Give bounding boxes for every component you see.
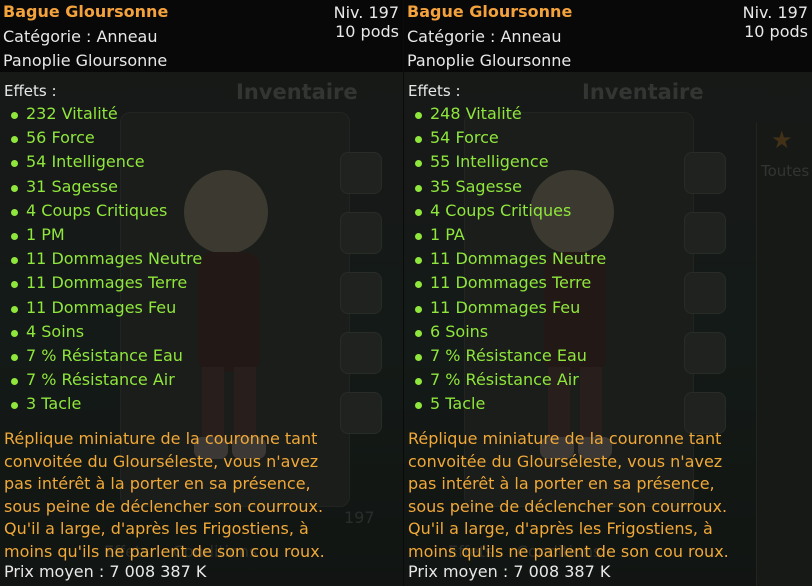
effect-item: 248 Vitalité — [414, 104, 606, 128]
effect-item: 4 Coups Critiques — [10, 201, 202, 225]
effect-item: 232 Vitalité — [10, 104, 202, 128]
effect-item: 54 Force — [414, 128, 606, 152]
effect-item: 3 Tacle — [10, 394, 202, 418]
effect-item: 11 Dommages Neutre — [414, 249, 606, 273]
effect-item: 55 Intelligence — [414, 152, 606, 176]
effects-title: Effets : — [408, 82, 461, 100]
item-level: Niv. 197 — [742, 3, 808, 22]
effect-item: 7 % Résistance Eau — [414, 346, 606, 370]
effect-item: 1 PA — [414, 225, 606, 249]
item-description: Réplique miniature de la couronne tant c… — [408, 429, 729, 561]
effect-item: 31 Sagesse — [10, 177, 202, 201]
effects-list: 232 Vitalité 56 Force 54 Intelligence 31… — [10, 104, 202, 418]
item-level: Niv. 197 — [333, 3, 399, 22]
item-weight: 10 pods — [744, 22, 808, 41]
effect-item: 11 Dommages Feu — [414, 298, 606, 322]
tooltip-header: Bague Gloursonne Niv. 197 10 pods Catégo… — [0, 0, 403, 72]
effect-item: 56 Force — [10, 128, 202, 152]
item-name: Bague Gloursonne — [3, 2, 169, 21]
tooltip-overlay: Bague Gloursonne Niv. 197 10 pods Catégo… — [0, 0, 403, 586]
effect-item: 4 Coups Critiques — [414, 201, 606, 225]
item-set: Panoplie Gloursonne — [407, 51, 572, 70]
item-description: Réplique miniature de la couronne tant c… — [4, 429, 325, 561]
average-price: Prix moyen : 7 008 387 K — [408, 562, 611, 581]
effect-item: 1 PM — [10, 225, 202, 249]
effect-item: 5 Tacle — [414, 394, 606, 418]
tooltip-overlay: Bague Gloursonne Niv. 197 10 pods Catégo… — [404, 0, 812, 586]
effect-item: 54 Intelligence — [10, 152, 202, 176]
effect-item: 11 Dommages Terre — [10, 273, 202, 297]
effect-item: 7 % Résistance Eau — [10, 346, 202, 370]
average-price: Prix moyen : 7 008 387 K — [4, 562, 207, 581]
effect-item: 11 Dommages Feu — [10, 298, 202, 322]
item-tooltip-right: Inventaire Toutes ★ Effets Conditions Ba… — [404, 0, 812, 586]
item-set: Panoplie Gloursonne — [3, 51, 168, 70]
effects-title: Effets : — [4, 82, 57, 100]
item-name: Bague Gloursonne — [407, 2, 573, 21]
effect-item: 6 Soins — [414, 322, 606, 346]
effect-item: 7 % Résistance Air — [10, 370, 202, 394]
item-category: Catégorie : Anneau — [3, 27, 158, 46]
effect-item: 11 Dommages Terre — [414, 273, 606, 297]
effect-item: 4 Soins — [10, 322, 202, 346]
effect-item: 7 % Résistance Air — [414, 370, 606, 394]
effects-list: 248 Vitalité 54 Force 55 Intelligence 35… — [414, 104, 606, 418]
effect-item: 11 Dommages Neutre — [10, 249, 202, 273]
tooltip-header: Bague Gloursonne Niv. 197 10 pods Catégo… — [404, 0, 812, 72]
item-weight: 10 pods — [335, 22, 399, 41]
item-tooltip-left: Inventaire 197 Effets Conditions Bague G… — [0, 0, 403, 586]
effect-item: 35 Sagesse — [414, 177, 606, 201]
item-category: Catégorie : Anneau — [407, 27, 562, 46]
